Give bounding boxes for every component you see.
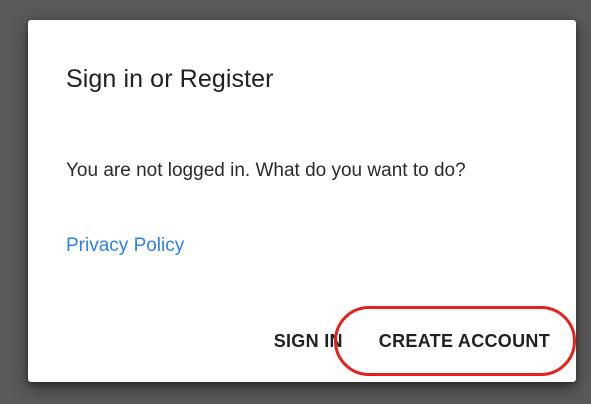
create-account-button[interactable]: CREATE ACCOUNT	[373, 325, 556, 358]
dialog-actions: SIGN IN CREATE ACCOUNT	[268, 325, 556, 358]
sign-in-dialog: Sign in or Register You are not logged i…	[28, 20, 576, 382]
dialog-message: You are not logged in. What do you want …	[66, 160, 466, 181]
dialog-title: Sign in or Register	[66, 65, 274, 93]
privacy-policy-link[interactable]: Privacy Policy	[66, 234, 184, 258]
sign-in-button[interactable]: SIGN IN	[268, 325, 349, 358]
